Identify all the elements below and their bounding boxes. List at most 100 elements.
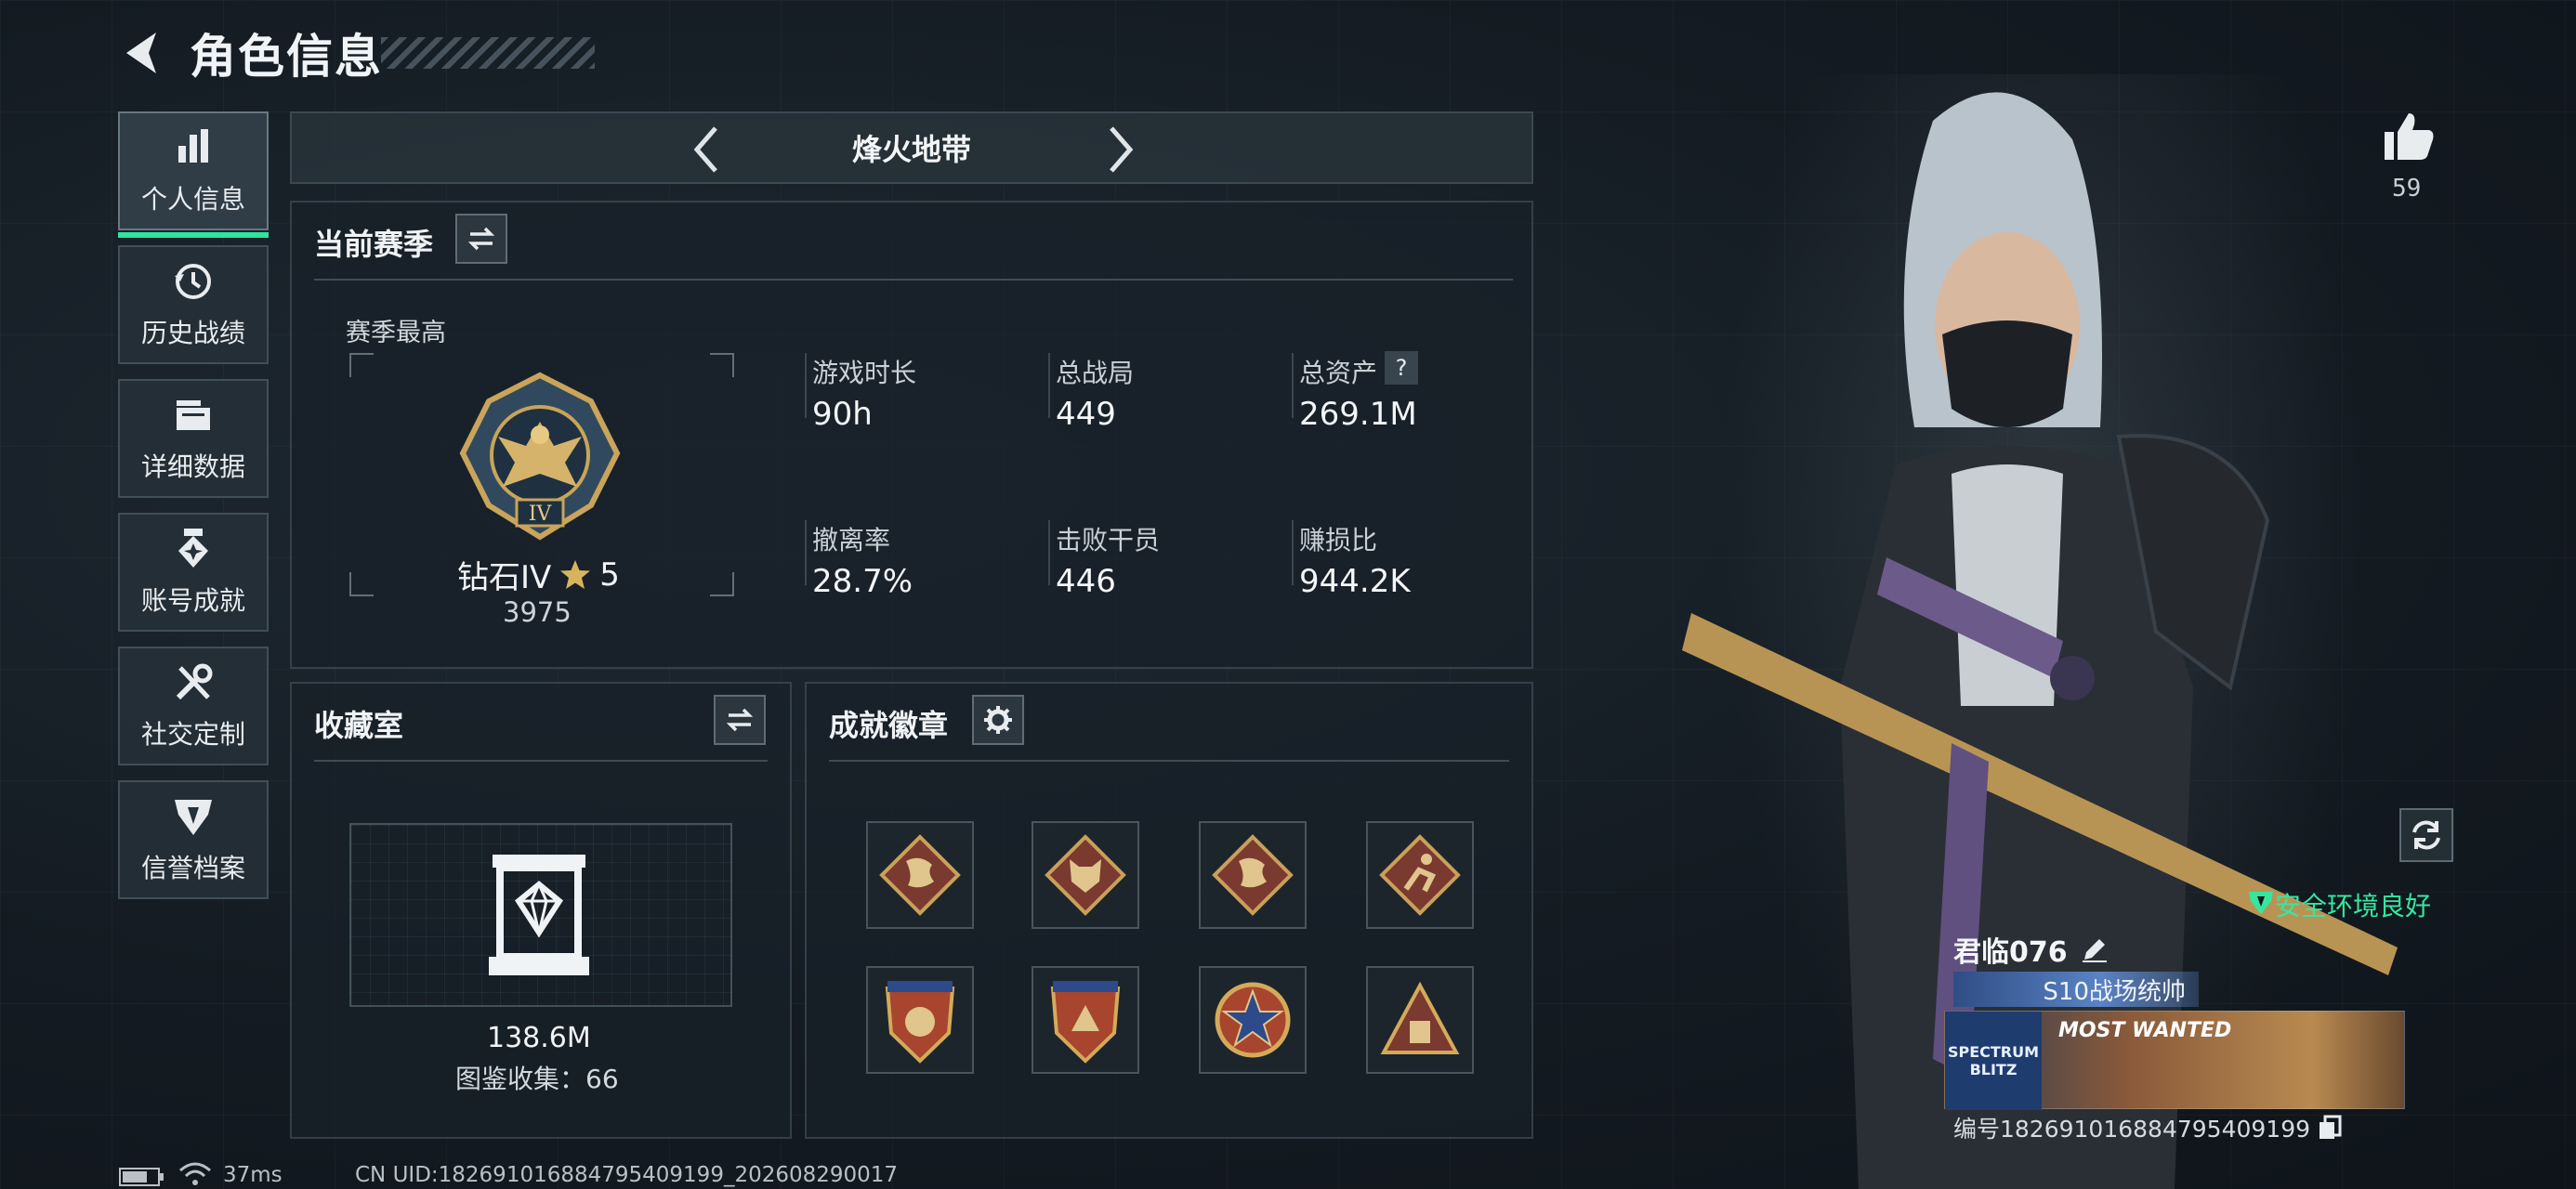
badge-slot[interactable] — [1366, 966, 1474, 1074]
season-switch-button[interactable] — [455, 214, 507, 264]
edit-pencil-icon[interactable] — [2081, 935, 2109, 963]
stat-value-extraction-rate: 28.7% — [812, 563, 913, 600]
collection-title: 收藏室 — [314, 708, 404, 743]
battery-icon — [119, 1168, 164, 1186]
stat-separator — [1048, 520, 1050, 585]
sidebar-item-label: 信誉档案 — [140, 853, 245, 883]
rank-score: 3975 — [503, 596, 572, 628]
player-name-row: 君临076 — [1953, 929, 2109, 970]
player-title-text: S10战场统帅 — [2043, 977, 2186, 1006]
season-highest-label: 赛季最高 — [346, 319, 446, 347]
stat-value-matches: 449 — [1056, 396, 1116, 433]
refresh-icon — [2412, 820, 2440, 850]
frame-corner — [349, 572, 374, 596]
sidebar-item-achievements[interactable]: 账号成就 — [118, 513, 269, 632]
swap-icon — [726, 708, 754, 732]
stat-separator — [805, 353, 807, 418]
help-icon[interactable]: ? — [1385, 351, 1418, 385]
runner-badge-icon — [1379, 834, 1461, 916]
shield-badge-icon — [1050, 981, 1121, 1064]
thumbs-up-icon[interactable] — [2381, 110, 2437, 163]
gear-icon — [984, 706, 1012, 734]
badge-slot[interactable] — [1032, 966, 1139, 1074]
stat-separator — [1048, 353, 1050, 418]
badge-slot[interactable] — [866, 966, 974, 1074]
stat-value-kills: 446 — [1056, 563, 1116, 600]
sidebar-item-credit[interactable]: 信誉档案 — [118, 780, 269, 899]
badges-divider — [829, 760, 1509, 762]
footer-uid: CN UID:182691016884795409199_20260829001… — [355, 1163, 899, 1187]
sidebar: 个人信息 历史战绩 详细数据 账号成就 社交定制 信誉档案 — [118, 111, 269, 914]
stat-label-assets: 总资产 — [1299, 358, 1378, 388]
card-badge-spectrum: SPECTRUM BLITZ — [1945, 1012, 2042, 1110]
uid-row: 编号1826910168847954091​99 — [1953, 1111, 2342, 1144]
tools-icon — [176, 663, 213, 700]
collection-divider — [314, 760, 768, 762]
stat-value-profit-ratio: 944.2K — [1299, 563, 1411, 600]
stat-label-playtime: 游戏时长 — [812, 358, 917, 388]
page-title: 角色信息 — [190, 30, 383, 84]
badge-slot[interactable] — [1032, 821, 1139, 929]
sidebar-item-social[interactable]: 社交定制 — [118, 647, 269, 765]
pyramid-badge-icon — [1380, 981, 1460, 1054]
wolf-badge-icon — [1045, 834, 1126, 916]
badge-slot[interactable] — [1199, 966, 1307, 1074]
badge-slot[interactable] — [866, 821, 974, 929]
sidebar-item-detailed-data[interactable]: 详细数据 — [118, 379, 269, 498]
rank-name: 钻石IV — [457, 559, 552, 596]
achievement-badge-icon — [178, 529, 208, 568]
header: 角色信息 — [119, 20, 383, 85]
badge-settings-button[interactable] — [972, 695, 1024, 745]
sidebar-item-label: 个人信息 — [140, 184, 245, 215]
safe-shield-icon — [2249, 892, 2273, 914]
frame-corner — [710, 353, 734, 377]
rank-line: 钻石IV 5 — [457, 552, 620, 597]
season-divider — [314, 279, 1513, 281]
frame-corner — [349, 353, 374, 377]
badge-slot[interactable] — [1199, 821, 1307, 929]
star-icon — [560, 559, 591, 589]
copy-icon[interactable] — [2318, 1115, 2342, 1141]
refresh-button[interactable] — [2399, 808, 2453, 862]
player-uid: 编号1826910168847954091​99 — [1953, 1116, 2311, 1143]
stat-label-matches: 总战局 — [1056, 358, 1135, 388]
stat-separator — [1292, 520, 1294, 585]
sidebar-item-label: 历史战绩 — [140, 318, 245, 348]
rank-stars: 5 — [599, 555, 620, 594]
security-status: 安全环境良好 — [2275, 891, 2432, 921]
ping-text: 37ms — [223, 1163, 283, 1187]
shield-badge-icon — [885, 981, 955, 1064]
season-title: 当前赛季 — [314, 227, 434, 262]
collection-switch-button[interactable] — [714, 695, 766, 745]
back-arrow-icon[interactable] — [119, 27, 164, 79]
folder-icon — [177, 400, 210, 430]
dragon-badge-icon — [1212, 834, 1294, 916]
sidebar-item-label: 详细数据 — [140, 451, 245, 482]
player-title-banner[interactable]: S10战场统帅 — [1953, 972, 2199, 1007]
sidebar-item-label: 账号成就 — [140, 585, 245, 616]
rank-emblem-numeral: IV — [529, 503, 553, 526]
stat-label-extraction-rate: 撤离率 — [812, 525, 891, 555]
chevron-right-icon[interactable] — [1097, 124, 1143, 175]
stat-value-playtime: 90h — [812, 396, 873, 433]
chevron-left-icon[interactable] — [684, 124, 730, 175]
like-count: 59 — [2392, 175, 2422, 203]
player-card[interactable]: SPECTRUM BLITZ MOST WANTED — [1944, 1011, 2405, 1110]
star-medal-icon — [1215, 982, 1291, 1058]
collection-value: 138.6M — [487, 1022, 591, 1054]
title-stripe-decoration — [381, 37, 595, 69]
sidebar-item-personal-info[interactable]: 个人信息 — [118, 111, 269, 238]
stat-separator — [805, 520, 807, 585]
player-name: 君临076 — [1953, 936, 2068, 969]
sidebar-item-history[interactable]: 历史战绩 — [118, 245, 269, 364]
badge-slot[interactable] — [1366, 821, 1474, 929]
history-icon — [175, 264, 211, 299]
shield-icon — [175, 800, 212, 835]
dragon-badge-icon — [879, 834, 961, 916]
stat-label-profit-ratio: 赚损比 — [1299, 525, 1378, 555]
card-label-most-wanted: MOST WANTED — [2058, 1019, 2232, 1042]
wifi-icon — [179, 1162, 211, 1185]
catalog-count: 图鉴收集：66 — [455, 1064, 619, 1094]
swap-icon — [467, 227, 495, 251]
mode-title: 烽火地带 — [851, 132, 971, 167]
